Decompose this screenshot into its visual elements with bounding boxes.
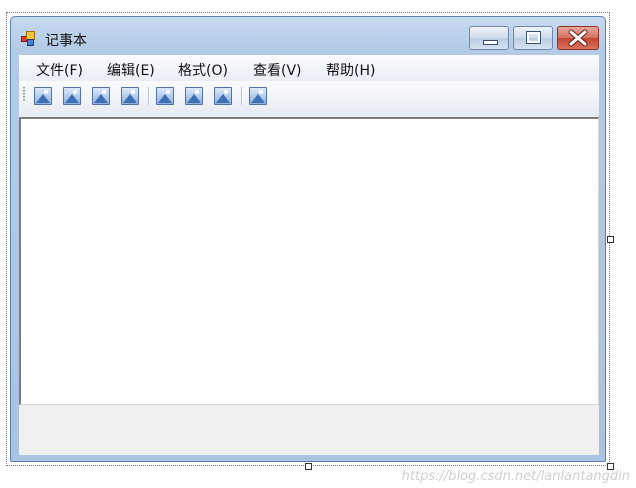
status-area — [19, 405, 599, 455]
title-bar[interactable]: 记事本 — [11, 17, 605, 50]
notepad-window: 记事本 文件(F) 编辑(E) 格式(O) 查看(V) 帮助(H) — [10, 16, 606, 462]
toolbar-grip[interactable] — [23, 87, 25, 101]
close-icon — [568, 29, 588, 47]
toolbar — [19, 81, 599, 117]
maximize-button[interactable] — [513, 26, 553, 50]
toolbar-button-7[interactable] — [214, 87, 232, 105]
app-icon — [21, 31, 37, 47]
toolbar-button-4[interactable] — [121, 87, 139, 105]
maximize-icon — [526, 31, 541, 44]
toolbar-button-8[interactable] — [249, 87, 267, 105]
close-button[interactable] — [557, 26, 599, 50]
toolbar-button-2[interactable] — [63, 87, 81, 105]
toolbar-button-5[interactable] — [156, 87, 174, 105]
toolbar-button-1[interactable] — [34, 87, 52, 105]
client-area: 文件(F) 编辑(E) 格式(O) 查看(V) 帮助(H) — [19, 55, 599, 455]
text-editor[interactable] — [19, 117, 599, 405]
toolbar-separator — [241, 87, 243, 105]
resize-handle-bottom[interactable] — [305, 463, 312, 470]
window-title: 记事本 — [45, 33, 87, 49]
menu-format[interactable]: 格式(O) — [178, 60, 228, 80]
toolbar-button-3[interactable] — [92, 87, 110, 105]
menu-edit[interactable]: 编辑(E) — [107, 60, 155, 80]
menu-file[interactable]: 文件(F) — [36, 60, 83, 80]
minimize-button[interactable] — [469, 26, 509, 50]
menu-view[interactable]: 查看(V) — [253, 60, 302, 80]
watermark-text: https://blog.csdn.net/lanlantangdin — [401, 469, 630, 484]
resize-handle-right[interactable] — [607, 236, 614, 243]
minimize-icon — [483, 40, 498, 45]
menu-bar: 文件(F) 编辑(E) 格式(O) 查看(V) 帮助(H) — [19, 55, 599, 81]
toolbar-button-6[interactable] — [185, 87, 203, 105]
menu-help[interactable]: 帮助(H) — [326, 60, 375, 80]
toolbar-separator — [148, 87, 150, 105]
